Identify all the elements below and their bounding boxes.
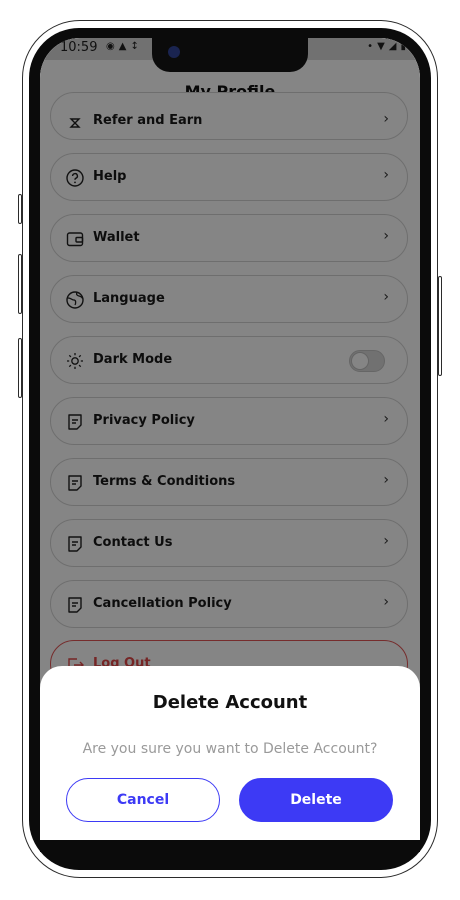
side-button-volume-down	[18, 338, 22, 398]
delete-button[interactable]: Delete	[239, 778, 393, 822]
camera-notch	[152, 38, 308, 72]
cancel-button[interactable]: Cancel	[66, 778, 220, 822]
dialog-message: Are you sure you want to Delete Account?	[82, 741, 378, 757]
side-button-silent	[18, 194, 22, 224]
dialog-title: Delete Account	[152, 692, 308, 713]
side-button-volume-up	[18, 254, 22, 314]
front-camera-icon	[168, 46, 180, 58]
bottom-bezel	[40, 840, 420, 852]
side-button-power	[438, 276, 442, 376]
screen: 10:59 ◉ ▲ ↕ • ▼ ◢ ▮ My Profile Refer and…	[40, 38, 420, 852]
delete-account-dialog: Delete Account Are you sure you want to …	[40, 666, 420, 852]
